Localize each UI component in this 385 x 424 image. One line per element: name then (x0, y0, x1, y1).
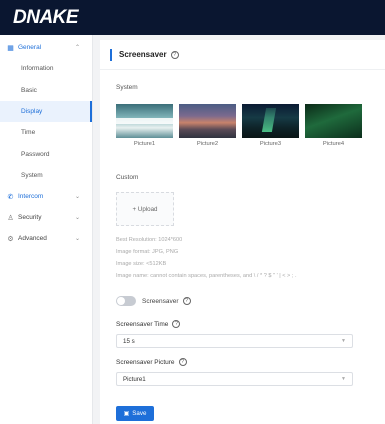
hint-filename: Image name: cannot contain spaces, paren… (116, 273, 297, 279)
picture-thumbnail[interactable] (242, 104, 299, 138)
sidebar-group-advanced[interactable]: ⚙ Advanced ⌄ (0, 228, 92, 249)
screensaver-time-value: 15 s (123, 337, 135, 345)
chevron-down-icon: ▼ (341, 338, 346, 344)
chevron-down-icon: ⌄ (74, 215, 80, 222)
help-icon[interactable]: ? (172, 320, 181, 328)
screensaver-toggle[interactable] (116, 296, 136, 306)
page-header: Screensaver ? (100, 40, 385, 70)
help-icon[interactable]: ? (178, 358, 187, 366)
sidebar-item-basic[interactable]: Basic (0, 79, 92, 100)
dnake-logo: DNAKE (13, 6, 79, 28)
picture-thumbnail[interactable] (116, 104, 173, 138)
picture-option[interactable]: Picture4 (305, 104, 362, 147)
toggle-knob (117, 297, 125, 305)
sidebar-group-general[interactable]: ▦ General ⌃ (0, 37, 92, 58)
picture-option[interactable]: Picture1 (116, 104, 173, 147)
person-icon: ♙ (7, 214, 14, 222)
sidebar-item-information[interactable]: Information (0, 58, 92, 79)
sidebar: ▦ General ⌃ Information Basic Display Ti… (0, 35, 93, 424)
sidebar-group-label: Advanced (18, 235, 47, 243)
help-icon[interactable]: ? (170, 50, 179, 59)
picture-label: Picture3 (259, 141, 282, 147)
save-button[interactable]: ▣ Save (116, 406, 154, 421)
screensaver-picture-label-text: Screensaver Picture (116, 358, 175, 366)
hint-format: Image format: JPG, PNG (116, 249, 179, 255)
custom-section-label: Custom (116, 174, 139, 181)
picture-thumbnail[interactable] (179, 104, 236, 138)
chevron-up-icon: ⌃ (74, 45, 80, 51)
screensaver-time-select[interactable]: 15 s ▼ (116, 334, 353, 348)
screensaver-time-label: Screensaver Time ? (116, 320, 181, 328)
gear-icon: ⚙ (7, 235, 14, 243)
sidebar-group-label: Intercom (18, 193, 44, 201)
screensaver-toggle-row: Screensaver ? (116, 296, 191, 306)
screensaver-picture-value: Picture1 (123, 375, 146, 383)
help-icon[interactable]: ? (182, 297, 191, 305)
chevron-down-icon: ⌄ (74, 236, 80, 243)
save-button-label: Save (132, 410, 147, 417)
system-section-label: System (116, 84, 138, 91)
sidebar-item-time[interactable]: Time (0, 122, 92, 143)
main-panel: Screensaver ? System Picture1 Picture2 P… (100, 40, 385, 424)
screensaver-picture-select[interactable]: Picture1 ▼ (116, 372, 353, 386)
page-title: Screensaver (119, 50, 167, 59)
hint-size: Image size: <512KB (116, 261, 167, 267)
title-accent-bar (110, 48, 112, 61)
upload-button[interactable]: + Upload (116, 192, 174, 226)
picture-option[interactable]: Picture2 (179, 104, 236, 147)
picture-label: Picture1 (133, 141, 156, 147)
sidebar-item-system[interactable]: System (0, 165, 92, 186)
picture-label: Picture4 (322, 141, 345, 147)
screensaver-time-label-text: Screensaver Time (116, 320, 169, 328)
picture-label: Picture2 (196, 141, 219, 147)
chevron-down-icon: ▼ (341, 376, 346, 382)
system-pictures: Picture1 Picture2 Picture3 Picture4 (116, 104, 362, 147)
screensaver-picture-label: Screensaver Picture ? (116, 358, 187, 366)
save-icon: ▣ (123, 411, 130, 417)
hint-resolution: Best Resolution: 1024*600 (116, 237, 183, 243)
screensaver-toggle-label: Screensaver (142, 297, 179, 305)
sidebar-item-password[interactable]: Password (0, 144, 92, 165)
sidebar-group-security[interactable]: ♙ Security ⌄ (0, 207, 92, 228)
picture-option[interactable]: Picture3 (242, 104, 299, 147)
sidebar-item-display[interactable]: Display (0, 100, 92, 123)
phone-icon: ✆ (7, 193, 14, 201)
sidebar-group-intercom[interactable]: ✆ Intercom ⌄ (0, 186, 92, 207)
sidebar-group-label: Security (18, 214, 42, 222)
top-bar: DNAKE (0, 0, 385, 35)
chevron-down-icon: ⌄ (74, 194, 80, 201)
sidebar-group-label: General (18, 44, 42, 51)
grid-icon: ▦ (7, 44, 14, 52)
picture-thumbnail[interactable] (305, 104, 362, 138)
